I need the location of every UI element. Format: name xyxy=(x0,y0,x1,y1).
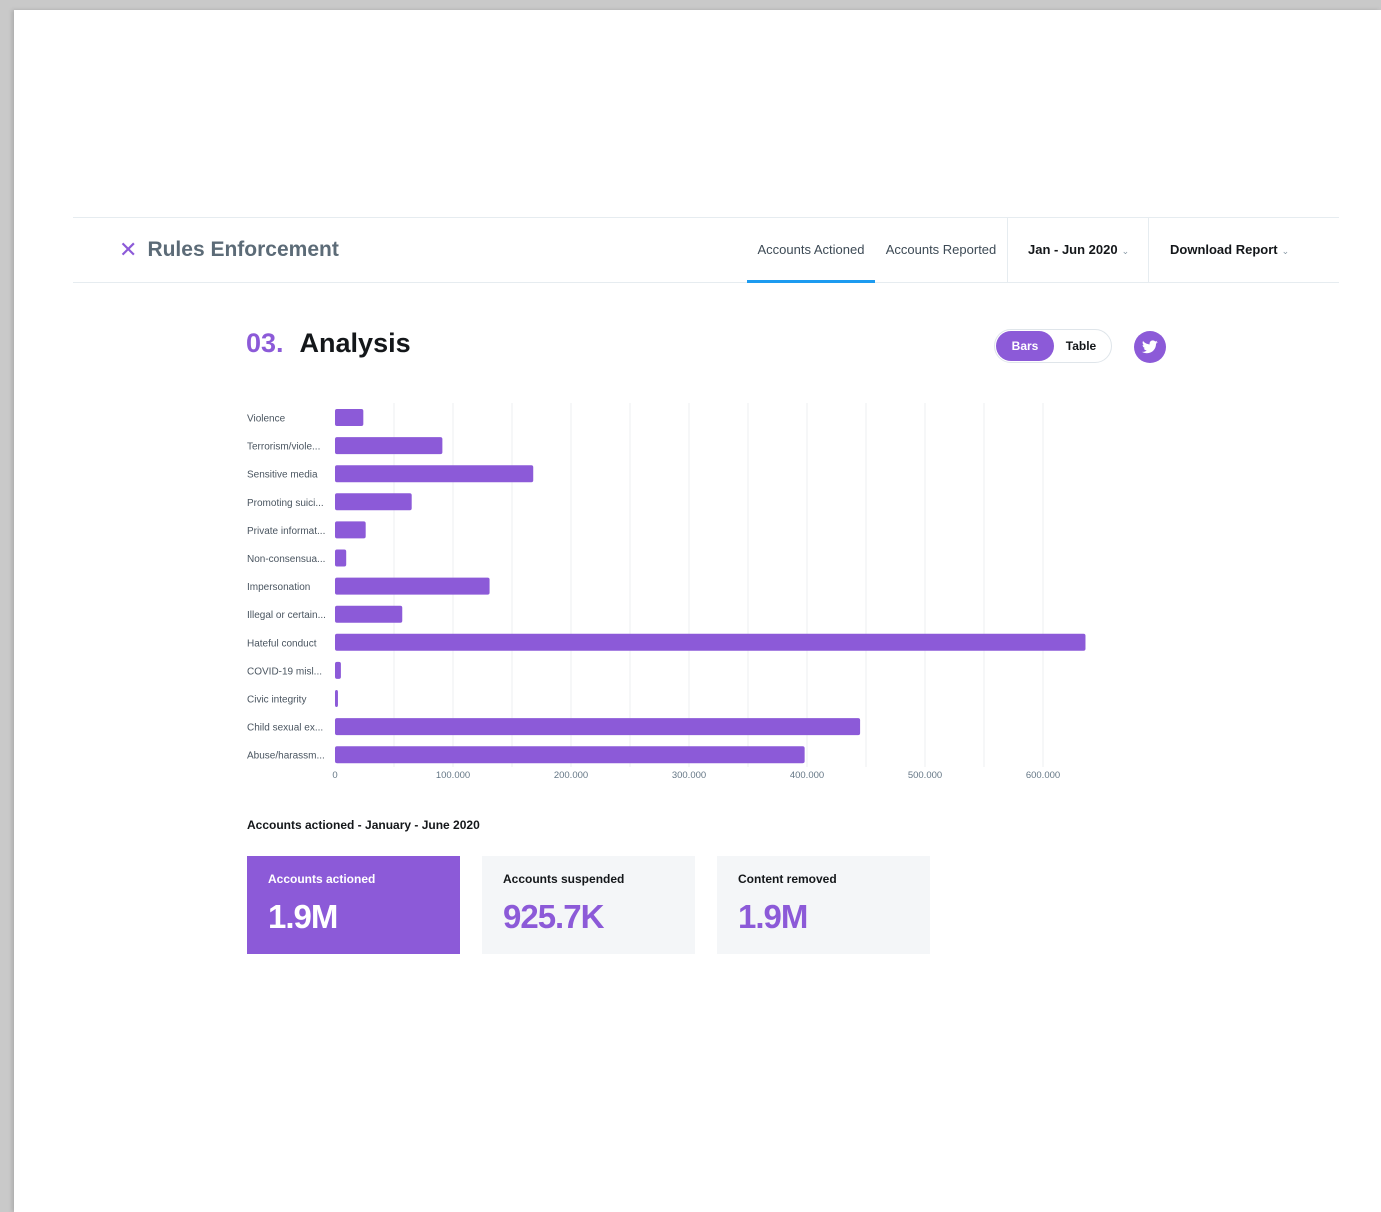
report-page: ✕ Rules Enforcement Accounts Actioned Ac… xyxy=(14,10,1381,1212)
bar[interactable] xyxy=(335,746,805,764)
bar[interactable] xyxy=(335,521,366,539)
page-title: Rules Enforcement xyxy=(147,238,339,261)
bar-chart: Violence Terrorism/viole... Sensitive medi… xyxy=(247,403,1086,781)
x-tick-label: 600.000 xyxy=(1026,770,1060,781)
category-label: Non-consensua... xyxy=(247,554,325,565)
category-label: COVID-19 misl... xyxy=(247,666,322,677)
stat-card-accounts-suspended[interactable]: Accounts suspended 925.7K xyxy=(482,856,695,954)
stat-card-label: Accounts suspended xyxy=(503,872,625,886)
bar[interactable] xyxy=(335,409,364,426)
top-navigation: ✕ Rules Enforcement Accounts Actioned Ac… xyxy=(73,217,1339,283)
bar[interactable] xyxy=(335,690,338,707)
bar[interactable] xyxy=(335,437,443,455)
stat-card-label: Content removed xyxy=(738,872,837,886)
x-tick-label: 100.000 xyxy=(436,770,470,781)
tab-accounts-actioned[interactable]: Accounts Actioned xyxy=(747,218,875,283)
bar[interactable] xyxy=(335,465,534,483)
category-label: Impersonation xyxy=(247,582,310,593)
category-label: Sensitive media xyxy=(247,470,318,481)
section-heading: 03. Analysis xyxy=(246,328,411,359)
chevron-down-icon: ⌄ xyxy=(1281,246,1290,256)
bar[interactable] xyxy=(335,493,412,511)
section-title: Analysis xyxy=(299,328,411,358)
category-label: Illegal or certain... xyxy=(247,610,326,621)
x-tick-label: 500.000 xyxy=(908,770,942,781)
bar[interactable] xyxy=(335,633,1086,651)
stat-card-value: 925.7K xyxy=(503,898,604,935)
twitter-share-button[interactable] xyxy=(1134,331,1166,363)
view-toggle: Bars Table xyxy=(994,329,1112,363)
category-label: Child sexual ex... xyxy=(247,723,323,734)
x-tick-label: 200.000 xyxy=(554,770,588,781)
category-label: Terrorism/viole... xyxy=(247,442,320,453)
bar[interactable] xyxy=(335,577,490,595)
stat-card-content-removed[interactable]: Content removed 1.9M xyxy=(717,856,930,954)
category-label: Violence xyxy=(247,414,286,425)
category-label: Promoting suici... xyxy=(247,498,324,509)
chevron-down-icon: ⌄ xyxy=(1121,246,1130,256)
stat-card-label: Accounts actioned xyxy=(268,872,376,886)
bar[interactable] xyxy=(335,718,861,736)
twitter-bird-icon xyxy=(1142,340,1158,354)
category-label: Hateful conduct xyxy=(247,638,317,649)
table-toggle-button[interactable]: Table xyxy=(1055,331,1107,361)
bar[interactable] xyxy=(335,549,347,567)
tab-accounts-reported[interactable]: Accounts Reported xyxy=(881,218,1001,282)
download-label: Download Report xyxy=(1170,242,1278,257)
download-report-dropdown[interactable]: Download Report ⌄ xyxy=(1170,218,1289,282)
divider xyxy=(1007,218,1008,282)
brand[interactable]: ✕ Rules Enforcement xyxy=(119,218,339,282)
x-tick-label: 400.000 xyxy=(790,770,824,781)
bar[interactable] xyxy=(335,661,341,679)
x-tick-label: 0 xyxy=(332,770,337,781)
x-logo-icon: ✕ xyxy=(119,237,138,262)
stat-card-accounts-actioned[interactable]: Accounts actioned 1.9M xyxy=(247,856,460,954)
divider xyxy=(1148,218,1149,282)
stat-card-value: 1.9M xyxy=(738,898,808,935)
category-label: Civic integrity xyxy=(247,695,306,706)
period-label: Jan - Jun 2020 xyxy=(1028,242,1118,257)
bars-toggle-button[interactable]: Bars xyxy=(996,331,1054,361)
category-label: Abuse/harassm... xyxy=(247,751,325,762)
x-tick-label: 300.000 xyxy=(672,770,706,781)
period-dropdown[interactable]: Jan - Jun 2020 ⌄ xyxy=(1028,218,1129,282)
bar[interactable] xyxy=(335,605,403,623)
section-number: 03. xyxy=(246,328,284,358)
category-label: Private informat... xyxy=(247,526,325,537)
stats-label: Accounts actioned - January - June 2020 xyxy=(247,818,480,832)
stat-card-value: 1.9M xyxy=(268,898,338,935)
